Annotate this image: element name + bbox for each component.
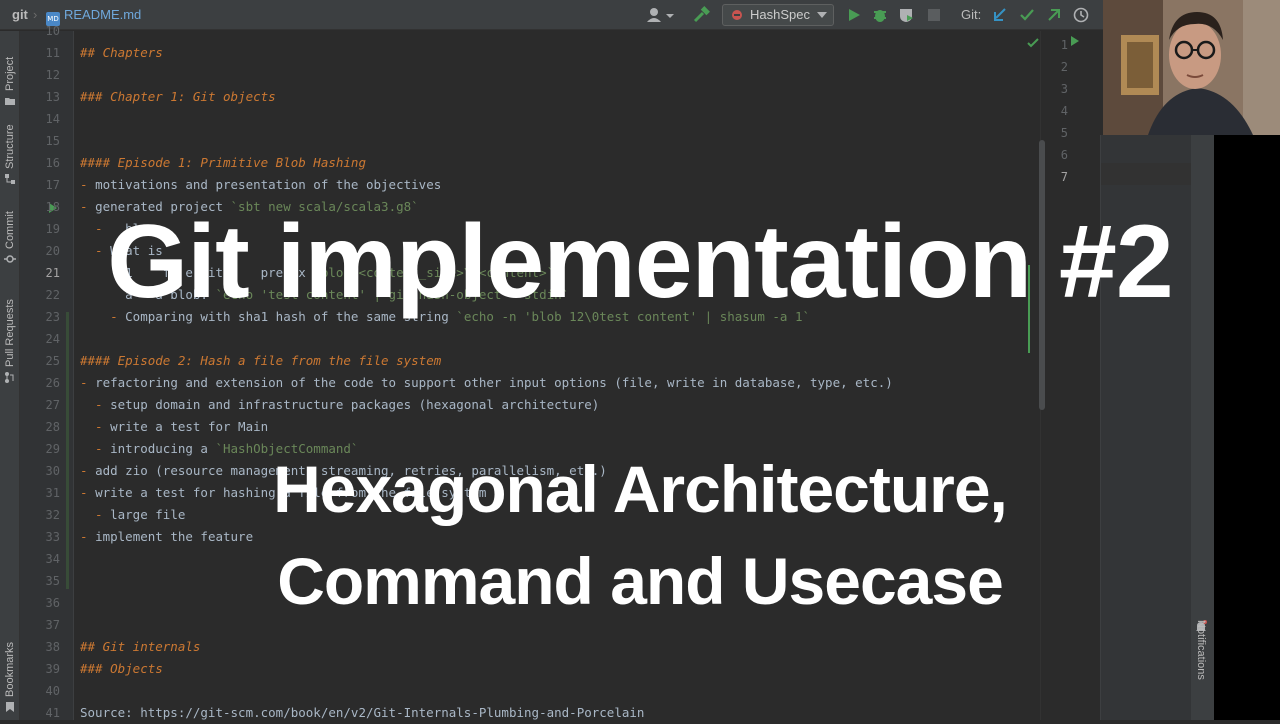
git-label: Git: [961,7,982,22]
code-line[interactable]: #### Episode 2: Hash a file from the fil… [80,350,441,372]
user-icon[interactable] [646,7,674,23]
project-tab-label: Project [4,56,16,91]
file-breadcrumb-label: README.md [64,7,142,22]
code-line[interactable]: ### Objects [80,658,163,680]
code-text: setup domain and infrastructure packages… [110,397,600,412]
list-bullet: - [80,419,111,434]
structure-tool-tab[interactable]: Structure [2,117,18,187]
code-line[interactable]: #### Episode 1: Primitive Blob Hashing [80,152,366,174]
preview-line-number: 3 [1060,82,1068,96]
markdown-heading: ### [80,661,111,676]
line-number[interactable]: 38 [20,636,60,658]
list-bullet: - [80,375,96,390]
line-number[interactable]: 13 [20,86,60,108]
bookmark-icon [6,702,14,712]
line-number[interactable]: 11 [20,42,60,64]
line-number[interactable]: 39 [20,658,60,680]
code-line[interactable]: ### Chapter 1: Git objects [80,86,276,108]
line-number[interactable]: 40 [20,680,60,702]
markdown-heading: Chapters [102,45,163,60]
chevron-down-icon [817,12,827,18]
markdown-heading: Objects [110,661,163,676]
bookmarks-tab-label: Bookmarks [4,641,16,697]
code-line[interactable]: - motivations and presentation of the ob… [80,174,441,196]
line-number[interactable]: 28 [20,416,60,438]
markdown-heading: #### [80,353,118,368]
line-number[interactable]: 10 [20,20,60,42]
list-bullet: - [80,397,111,412]
preview-current-line [1101,163,1193,185]
git-update-icon[interactable] [992,7,1008,23]
code-text: refactoring and extension of the code to… [95,375,893,390]
code-line[interactable]: - write a test for Main [80,416,268,438]
structure-icon [5,174,15,184]
code-text: Source: https://git-scm.com/book/en/v2/G… [80,705,645,720]
preview-run-icon[interactable] [1070,36,1080,46]
line-number[interactable]: 16 [20,152,60,174]
markdown-heading: ### [80,89,111,104]
project-tool-tab[interactable]: Project [2,43,18,113]
code-line[interactable]: - refactoring and extension of the code … [80,372,893,394]
code-text: motivations and presentation of the obje… [95,177,442,192]
markdown-heading: #### [80,155,118,170]
list-bullet: - [80,177,96,192]
test-config-icon [732,10,742,20]
line-number[interactable]: 14 [20,108,60,130]
run-icon[interactable] [847,8,861,22]
line-number[interactable]: 26 [20,372,60,394]
code-text: write a test for Main [110,419,269,434]
preview-line-number: 1 [1060,38,1068,52]
structure-tab-label: Structure [4,124,16,169]
preview-line-number: 4 [1060,104,1068,118]
preview-line-number: 6 [1060,148,1068,162]
line-number[interactable]: 24 [20,328,60,350]
video-title-overlay: Git implementation #2 [107,204,1173,320]
webcam-overlay [1103,0,1280,135]
markdown-heading: ## [80,45,103,60]
run-configuration-label: HashSpec [750,7,810,22]
preview-line-number: 5 [1060,126,1068,140]
line-number[interactable]: 17 [20,174,60,196]
folder-icon [5,98,15,105]
no-problems-check-icon [1027,38,1039,48]
markdown-heading: Git internals [102,639,201,654]
line-number[interactable]: 12 [20,64,60,86]
markdown-heading: Chapter 1: Git objects [110,89,276,104]
pull-request-icon [5,372,14,383]
code-line[interactable]: Source: https://git-scm.com/book/en/v2/G… [80,702,644,720]
markdown-heading: ## [80,639,103,654]
line-number[interactable]: 25 [20,350,60,372]
stop-icon[interactable] [927,8,941,22]
line-number[interactable]: 27 [20,394,60,416]
markdown-heading: Episode 1: Primitive Blob Hashing [117,155,366,170]
code-line[interactable]: ## Git internals [80,636,200,658]
file-breadcrumb[interactable]: MD README.md [46,0,141,30]
top-toolbar: git › MD README.md HashSpec Git: [0,0,1103,30]
debug-icon[interactable] [872,7,888,23]
code-line[interactable]: ## Chapters [80,42,163,64]
code-line[interactable]: - setup domain and infrastructure packag… [80,394,599,416]
coverage-icon[interactable] [898,7,914,23]
video-subtitle-line2: Command and Usecase [277,544,1004,618]
line-number[interactable]: 15 [20,130,60,152]
markdown-heading: Episode 2: Hash a file from the file sys… [117,353,442,368]
build-hammer-icon[interactable] [692,6,710,24]
bookmarks-tool-tab[interactable]: Bookmarks [2,627,18,712]
presenter-photo [1103,0,1280,135]
git-history-icon[interactable] [1073,7,1089,23]
video-subtitle-line1: Hexagonal Architecture, [273,452,1008,526]
preview-line-number: 2 [1060,60,1068,74]
preview-line-number: 7 [1060,170,1068,184]
git-commit-icon[interactable] [1019,7,1035,23]
git-push-icon[interactable] [1046,7,1062,23]
line-number[interactable]: 41 [20,702,60,724]
notifications-tab-label: Notifications [1195,620,1207,680]
run-configuration-select[interactable]: HashSpec [722,4,834,26]
